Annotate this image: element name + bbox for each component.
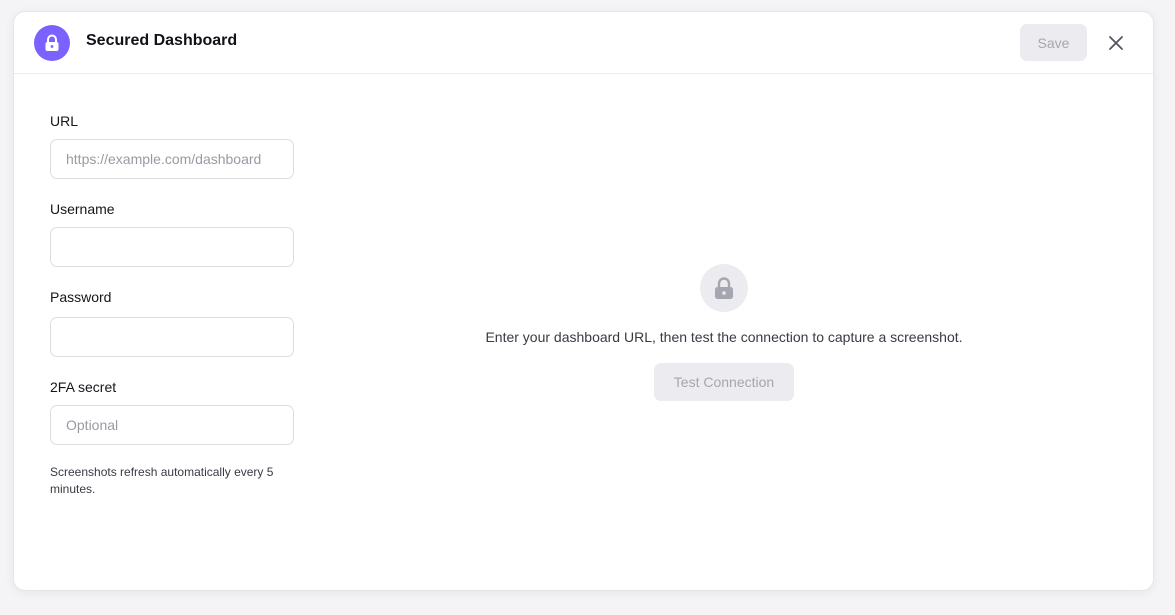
username-input[interactable] — [50, 227, 294, 267]
dialog-title: Secured Dashboard — [86, 32, 238, 49]
twofa-label: 2FA secret — [50, 379, 117, 395]
twofa-input[interactable] — [50, 405, 294, 445]
dialog-header: Secured Dashboard Save — [14, 12, 1153, 74]
refresh-hint: Screenshots refresh automatically every … — [50, 465, 274, 496]
password-input[interactable] — [50, 317, 294, 357]
secured-dashboard-dialog: Secured Dashboard Save URL Username Pass… — [13, 11, 1154, 591]
empty-state-message: Enter your dashboard URL, then test the … — [485, 329, 963, 345]
close-icon[interactable] — [1104, 31, 1128, 55]
preview-empty-state: Enter your dashboard URL, then test the … — [394, 264, 1054, 401]
url-input[interactable] — [50, 139, 294, 179]
save-button[interactable]: Save — [1020, 24, 1087, 61]
password-label: Password — [50, 289, 112, 305]
test-connection-button[interactable]: Test Connection — [654, 363, 794, 401]
url-label: URL — [50, 113, 79, 129]
lock-icon — [34, 25, 70, 61]
lock-icon — [700, 264, 748, 312]
username-label: Username — [50, 201, 115, 217]
